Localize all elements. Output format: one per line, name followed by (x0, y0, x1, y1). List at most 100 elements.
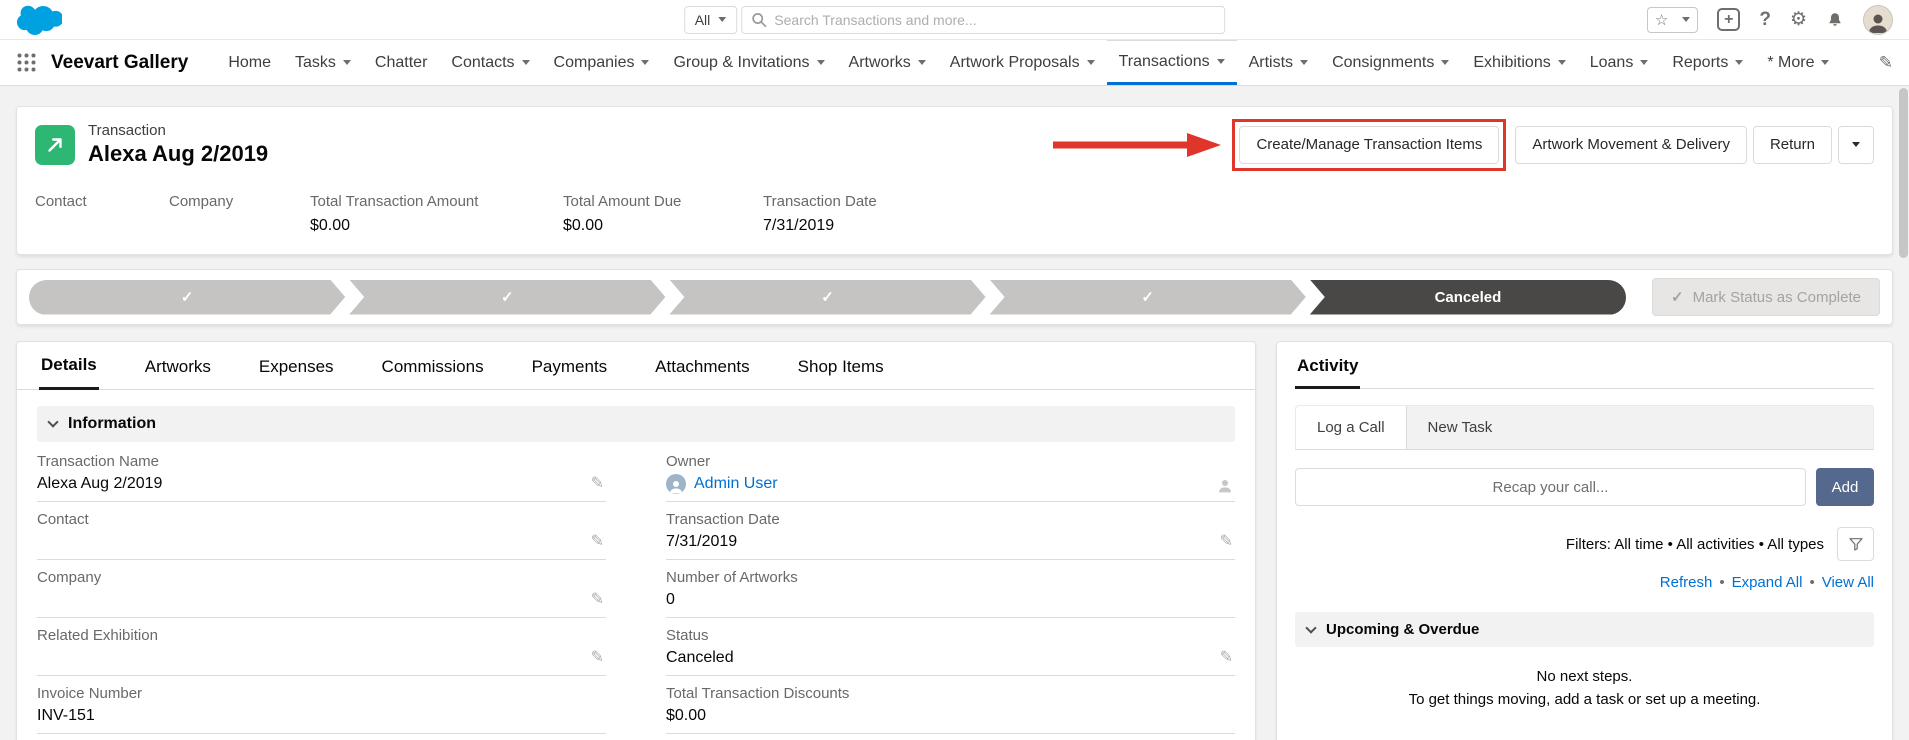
nav-item-loans[interactable]: Loans (1578, 40, 1661, 85)
nav-item-home[interactable]: Home (216, 40, 283, 85)
chevron-down-icon (1441, 60, 1450, 65)
main-content: Details Artworks Expenses Commissions Pa… (16, 341, 1893, 740)
nav-item-tasks[interactable]: Tasks (283, 40, 363, 85)
check-icon: ✓ (1671, 289, 1684, 306)
field-contact: Contact ✎ (37, 502, 606, 560)
highlight-label: Total Amount Due (563, 193, 682, 210)
add-button[interactable]: Add (1816, 468, 1874, 506)
tab-expenses[interactable]: Expenses (257, 357, 336, 389)
activity-composer-tabs: Log a Call New Task (1295, 405, 1874, 450)
nav-item-artworks[interactable]: Artworks (837, 40, 938, 85)
edit-pencil-icon[interactable]: ✎ (591, 531, 604, 551)
nav-item-transactions[interactable]: Transactions (1106, 40, 1237, 85)
highlight-value (169, 217, 310, 236)
nav-item-label: Artists (1248, 53, 1294, 71)
view-all-link[interactable]: View All (1822, 574, 1874, 591)
tab-new-task[interactable]: New Task (1407, 406, 1514, 449)
tab-details[interactable]: Details (39, 355, 99, 390)
nav-item-label: Consignments (1332, 53, 1435, 71)
path-stage-canceled[interactable]: Canceled (1309, 279, 1627, 315)
path-stage-3[interactable]: ✓ (669, 280, 985, 315)
favorite-star-icon[interactable]: ☆ (1648, 8, 1675, 32)
favorites-menu-button[interactable] (1675, 8, 1697, 32)
edit-nav-pencil-icon[interactable]: ✎ (1879, 40, 1893, 85)
field-transaction-date: Transaction Date 7/31/2019 ✎ (666, 502, 1235, 560)
record-header-card: Transaction Alexa Aug 2/2019 Create/Mana… (16, 106, 1893, 255)
owner-link[interactable]: Admin User (694, 475, 778, 493)
nav-items: Home Tasks Chatter Contacts Companies Gr… (216, 40, 1841, 85)
tab-commissions[interactable]: Commissions (380, 357, 486, 389)
path-stage-2[interactable]: ✓ (349, 280, 665, 315)
recap-call-input[interactable] (1295, 468, 1806, 506)
filter-funnel-icon[interactable] (1837, 527, 1874, 561)
edit-pencil-icon[interactable]: ✎ (1220, 647, 1233, 667)
nav-item-chatter[interactable]: Chatter (363, 40, 439, 85)
nav-item-group-invitations[interactable]: Group & Invitations (661, 40, 836, 85)
tab-shop-items[interactable]: Shop Items (796, 357, 886, 389)
nav-item-label: Group & Invitations (673, 53, 810, 71)
highlight-label: Contact (35, 193, 87, 210)
create-manage-transaction-items-button[interactable]: Create/Manage Transaction Items (1239, 125, 1500, 164)
path-card: ✓ ✓ ✓ ✓ Canceled ✓ Mark Status as Comple… (16, 269, 1893, 325)
edit-pencil-icon[interactable]: ✎ (591, 589, 604, 609)
nav-item-artists[interactable]: Artists (1237, 40, 1320, 85)
return-button[interactable]: Return (1752, 125, 1832, 164)
highlights-panel: Contact Company Total Transaction Amount… (35, 193, 1874, 236)
refresh-link[interactable]: Refresh (1660, 574, 1713, 591)
nav-item-artwork-proposals[interactable]: Artwork Proposals (938, 40, 1107, 85)
tab-payments[interactable]: Payments (530, 357, 610, 389)
search-scope-button[interactable]: All (683, 5, 738, 34)
tab-log-a-call[interactable]: Log a Call (1296, 406, 1407, 449)
nav-item-label: Loans (1589, 53, 1634, 71)
tab-artworks[interactable]: Artworks (143, 357, 213, 389)
search-input[interactable] (741, 5, 1226, 34)
path-stage-4[interactable]: ✓ (990, 280, 1306, 315)
call-composer: Add (1295, 468, 1874, 506)
scrollbar-thumb[interactable] (1899, 88, 1908, 258)
nav-item-companies[interactable]: Companies (542, 40, 662, 85)
path-stage-1[interactable]: ✓ (29, 280, 345, 315)
expand-all-link[interactable]: Expand All (1732, 574, 1803, 591)
help-icon[interactable]: ? (1759, 9, 1771, 31)
nav-item-label: Chatter (374, 53, 428, 71)
setup-gear-icon[interactable]: ⚙ (1790, 8, 1807, 31)
global-header: All ☆ + ? ⚙ (0, 0, 1909, 40)
edit-pencil-icon[interactable]: ✎ (591, 647, 604, 667)
artwork-movement-delivery-button[interactable]: Artwork Movement & Delivery (1515, 125, 1747, 164)
no-next-steps-line2: To get things moving, add a task or set … (1408, 691, 1761, 709)
chevron-down-icon (1735, 60, 1744, 65)
nav-item-more[interactable]: * More (1755, 40, 1841, 85)
highlight-value: 7/31/2019 (763, 217, 835, 234)
record-detail-card: Details Artworks Expenses Commissions Pa… (16, 341, 1256, 740)
user-avatar[interactable] (1863, 4, 1893, 35)
field-grid: Transaction Name Alexa Aug 2/2019 ✎ Owne… (37, 444, 1235, 740)
record-tabs: Details Artworks Expenses Commissions Pa… (17, 342, 1255, 390)
field-label: Invoice Number (37, 685, 143, 702)
edit-pencil-icon[interactable]: ✎ (1220, 531, 1233, 551)
change-owner-icon[interactable] (1217, 477, 1233, 493)
activity-header: Activity (1295, 356, 1874, 389)
field-label: Company (37, 569, 102, 586)
field-value (37, 589, 578, 610)
edit-pencil-icon[interactable]: ✎ (591, 473, 604, 493)
highlight-value: $0.00 (310, 217, 351, 234)
activity-card: Activity Log a Call New Task Add Filters… (1276, 341, 1893, 740)
app-launcher-icon[interactable] (16, 52, 37, 73)
field-status: Status Canceled ✎ (666, 618, 1235, 676)
mark-status-complete-button[interactable]: ✓ Mark Status as Complete (1652, 278, 1880, 316)
nav-item-contacts[interactable]: Contacts (439, 40, 541, 85)
notifications-bell-icon[interactable] (1826, 11, 1844, 29)
nav-item-exhibitions[interactable]: Exhibitions (1461, 40, 1577, 85)
nav-item-consignments[interactable]: Consignments (1320, 40, 1461, 85)
global-actions-icon[interactable]: + (1717, 8, 1741, 31)
nav-item-reports[interactable]: Reports (1660, 40, 1755, 85)
field-label: Contact (37, 511, 89, 528)
field-value: Canceled (666, 648, 734, 666)
upcoming-overdue-section-header[interactable]: Upcoming & Overdue (1295, 612, 1874, 647)
more-record-actions-button[interactable] (1838, 125, 1874, 164)
nav-item-label: Companies (553, 53, 635, 71)
tab-attachments[interactable]: Attachments (653, 357, 752, 389)
nav-item-label: Home (228, 53, 272, 71)
path-stage-label: Canceled (1434, 288, 1502, 306)
information-section-header[interactable]: Information (37, 406, 1235, 442)
